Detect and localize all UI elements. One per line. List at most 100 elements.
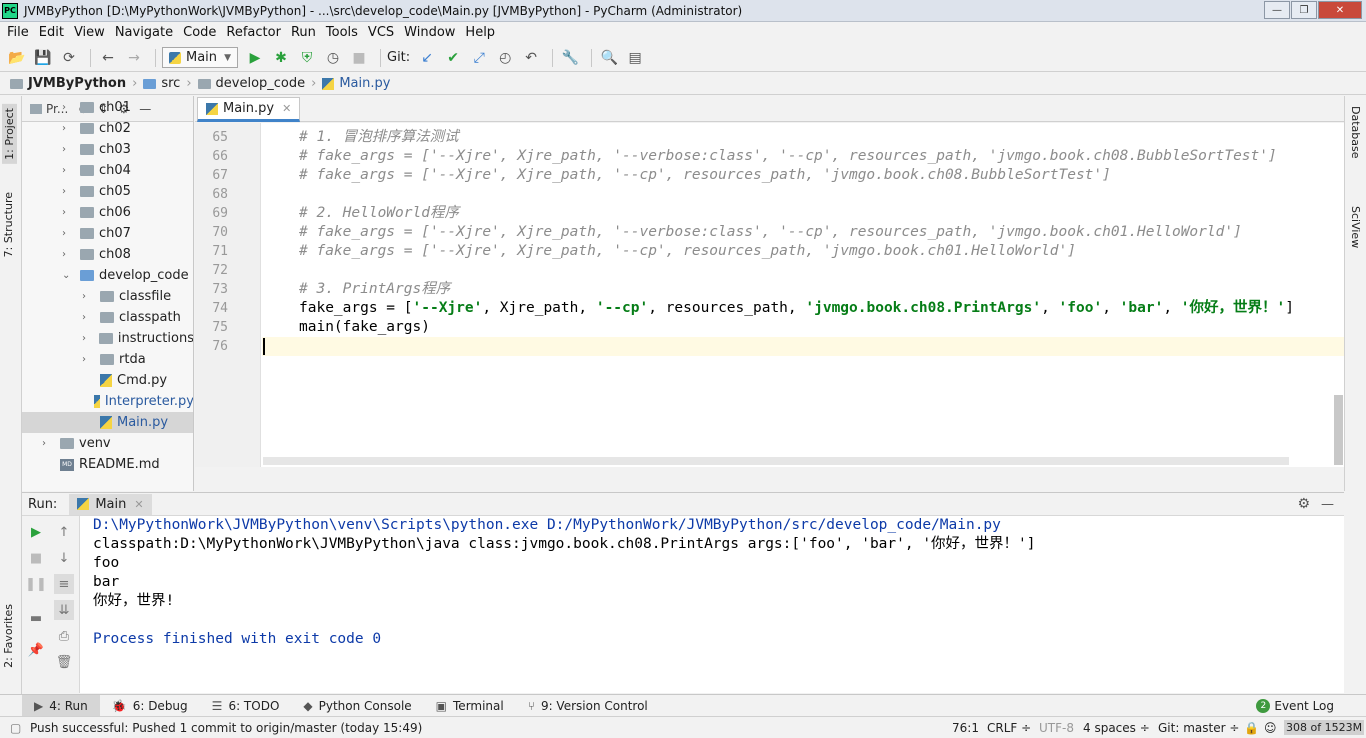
bottom-tab[interactable]: ☰ 6: TODO [200, 695, 292, 717]
chevron-down-icon[interactable]: ⌄ [62, 270, 74, 281]
tree-item[interactable]: › ch01 [22, 97, 193, 118]
back-arrow-icon[interactable]: ← [97, 47, 119, 69]
tree-item[interactable]: › ch03 [22, 139, 193, 160]
run-config-select[interactable]: Main ▼ [162, 47, 238, 68]
breadcrumb-item-main[interactable]: Main.py [322, 76, 390, 91]
soft-wrap-icon[interactable]: ≡ [54, 574, 74, 594]
tab-project[interactable]: 1: Project [2, 104, 17, 164]
tree-item[interactable]: › ch05 [22, 181, 193, 202]
vertical-scrollbar[interactable] [1334, 395, 1343, 465]
maximize-button[interactable]: ❐ [1291, 1, 1317, 19]
memory-indicator[interactable]: 308 of 1523M [1284, 720, 1365, 735]
minimize-button[interactable]: — [1264, 1, 1290, 19]
menu-window[interactable]: Window [404, 25, 455, 40]
bottom-tab[interactable]: ▶ 4: Run [22, 694, 100, 717]
menu-code[interactable]: Code [183, 25, 216, 40]
forward-arrow-icon[interactable]: → [123, 47, 145, 69]
menu-file[interactable]: File [7, 25, 29, 40]
caret-position[interactable]: 76:1 [952, 721, 979, 735]
chevron-right-icon[interactable]: › [62, 144, 74, 155]
tree-item[interactable]: › ch04 [22, 160, 193, 181]
tree-item[interactable]: MD README.md [22, 454, 193, 475]
gear-icon[interactable]: ⚙ [1297, 496, 1310, 512]
chevron-right-icon[interactable]: › [62, 165, 74, 176]
code-line[interactable]: # 1. 冒泡排序算法测试 [299, 128, 459, 147]
git-push-icon[interactable]: ⤢ [468, 47, 490, 69]
chevron-right-icon[interactable]: › [82, 312, 94, 323]
code-line[interactable]: # 3. PrintArgs程序 [299, 280, 450, 299]
stop-icon[interactable]: ■ [348, 47, 370, 69]
menu-edit[interactable]: Edit [39, 25, 64, 40]
menu-refactor[interactable]: Refactor [226, 25, 281, 40]
hide-icon[interactable]: — [1321, 497, 1334, 512]
close-button[interactable]: ✕ [1318, 1, 1362, 19]
tree-item[interactable]: › ch06 [22, 202, 193, 223]
tab-sciview[interactable]: SciView [1349, 206, 1362, 248]
inspector-icon[interactable]: ☺ [1264, 721, 1277, 735]
code-editor[interactable]: 65 66 67 68 69 70 71 72 73 74 75 76 # 1. 冒泡排序算法测试 # … [195, 123, 1344, 467]
tree-item[interactable]: › ch08 [22, 244, 193, 265]
profile-icon[interactable]: ◷ [322, 47, 344, 69]
close-tab-icon[interactable]: ✕ [134, 498, 143, 511]
pin-icon[interactable]: 📌 [26, 640, 46, 660]
stop-icon[interactable]: ■ [26, 548, 46, 568]
tree-item[interactable]: › classpath [22, 307, 193, 328]
breadcrumb-item-develop-code[interactable]: develop_code › [197, 76, 316, 91]
bottom-tab[interactable]: ◆ Python Console [291, 695, 423, 717]
menu-view[interactable]: View [74, 25, 105, 40]
run-icon[interactable]: ▶ [244, 47, 266, 69]
debug-icon[interactable]: ✱ [270, 47, 292, 69]
code-line[interactable]: # fake_args = ['--Xjre', Xjre_path, '--c… [299, 166, 1111, 185]
layout-icon[interactable]: ▬ [26, 608, 46, 628]
menu-vcs[interactable]: VCS [368, 25, 394, 40]
chevron-right-icon[interactable]: › [62, 102, 74, 113]
tab-main-py[interactable]: Main.py ✕ [197, 97, 301, 122]
status-toggle-icon[interactable]: ▢ [10, 721, 21, 735]
bottom-tab[interactable]: ⑂ 9: Version Control [516, 695, 660, 717]
code-line[interactable]: # fake_args = ['--Xjre', Xjre_path, '--v… [299, 223, 1242, 242]
run-tab-main[interactable]: Main ✕ [69, 493, 152, 515]
git-update-icon[interactable]: ↙ [416, 47, 438, 69]
revert-icon[interactable]: ↶ [520, 47, 542, 69]
tree-item[interactable]: ⌄ develop_code [22, 265, 193, 286]
tree-item[interactable]: › ch02 [22, 118, 193, 139]
chevron-right-icon[interactable]: › [42, 438, 54, 449]
pause-icon[interactable]: ❚❚ [25, 574, 47, 594]
file-encoding[interactable]: UTF-8 [1039, 721, 1074, 735]
bottom-tab[interactable]: 🐞 6: Debug [100, 695, 200, 717]
chevron-right-icon[interactable]: › [82, 354, 94, 365]
code-line[interactable]: # 2. HelloWorld程序 [299, 204, 459, 223]
open-folder-icon[interactable]: 📂 [6, 47, 28, 69]
lock-icon[interactable]: 🔒 [1244, 721, 1259, 735]
settings-wrench-icon[interactable]: 🔧 [559, 47, 581, 69]
breadcrumb-item-src[interactable]: src › [143, 76, 192, 91]
git-commit-icon[interactable]: ✔ [442, 47, 464, 69]
trash-icon[interactable]: 🗑 [54, 652, 74, 672]
tab-database[interactable]: Database [1349, 106, 1362, 159]
sync-icon[interactable]: ⟳ [58, 47, 80, 69]
tab-structure[interactable]: 7: Structure [2, 192, 15, 257]
tree-item[interactable]: › classfile [22, 286, 193, 307]
chevron-right-icon[interactable]: › [82, 291, 94, 302]
chevron-right-icon[interactable]: › [82, 333, 93, 344]
tree-item[interactable]: › ch07 [22, 223, 193, 244]
bottom-tab[interactable]: ▣ Terminal [424, 695, 516, 717]
search-icon[interactable]: 🔍 [598, 47, 620, 69]
tree-item[interactable]: Cmd.py [22, 370, 193, 391]
event-log-button[interactable]: 2 Event Log [1244, 695, 1346, 717]
chevron-right-icon[interactable]: › [62, 123, 74, 134]
tree-item[interactable]: › venv [22, 433, 193, 454]
chevron-right-icon[interactable]: › [62, 228, 74, 239]
chevron-right-icon[interactable]: › [62, 186, 74, 197]
menu-run[interactable]: Run [291, 25, 316, 40]
menu-help[interactable]: Help [465, 25, 495, 40]
menu-tools[interactable]: Tools [326, 25, 358, 40]
close-tab-icon[interactable]: ✕ [282, 102, 291, 115]
tree-item[interactable]: Main.py [22, 412, 193, 433]
line-separator[interactable]: CRLF ÷ [987, 721, 1031, 735]
code-line[interactable]: fake_args = ['--Xjre', Xjre_path, '--cp'… [299, 299, 1294, 318]
print-icon[interactable]: ⎙ [54, 626, 74, 646]
code-line[interactable]: # fake_args = ['--Xjre', Xjre_path, '--c… [299, 242, 1076, 261]
rerun-icon[interactable]: ▶ [26, 522, 46, 542]
menu-navigate[interactable]: Navigate [115, 25, 173, 40]
